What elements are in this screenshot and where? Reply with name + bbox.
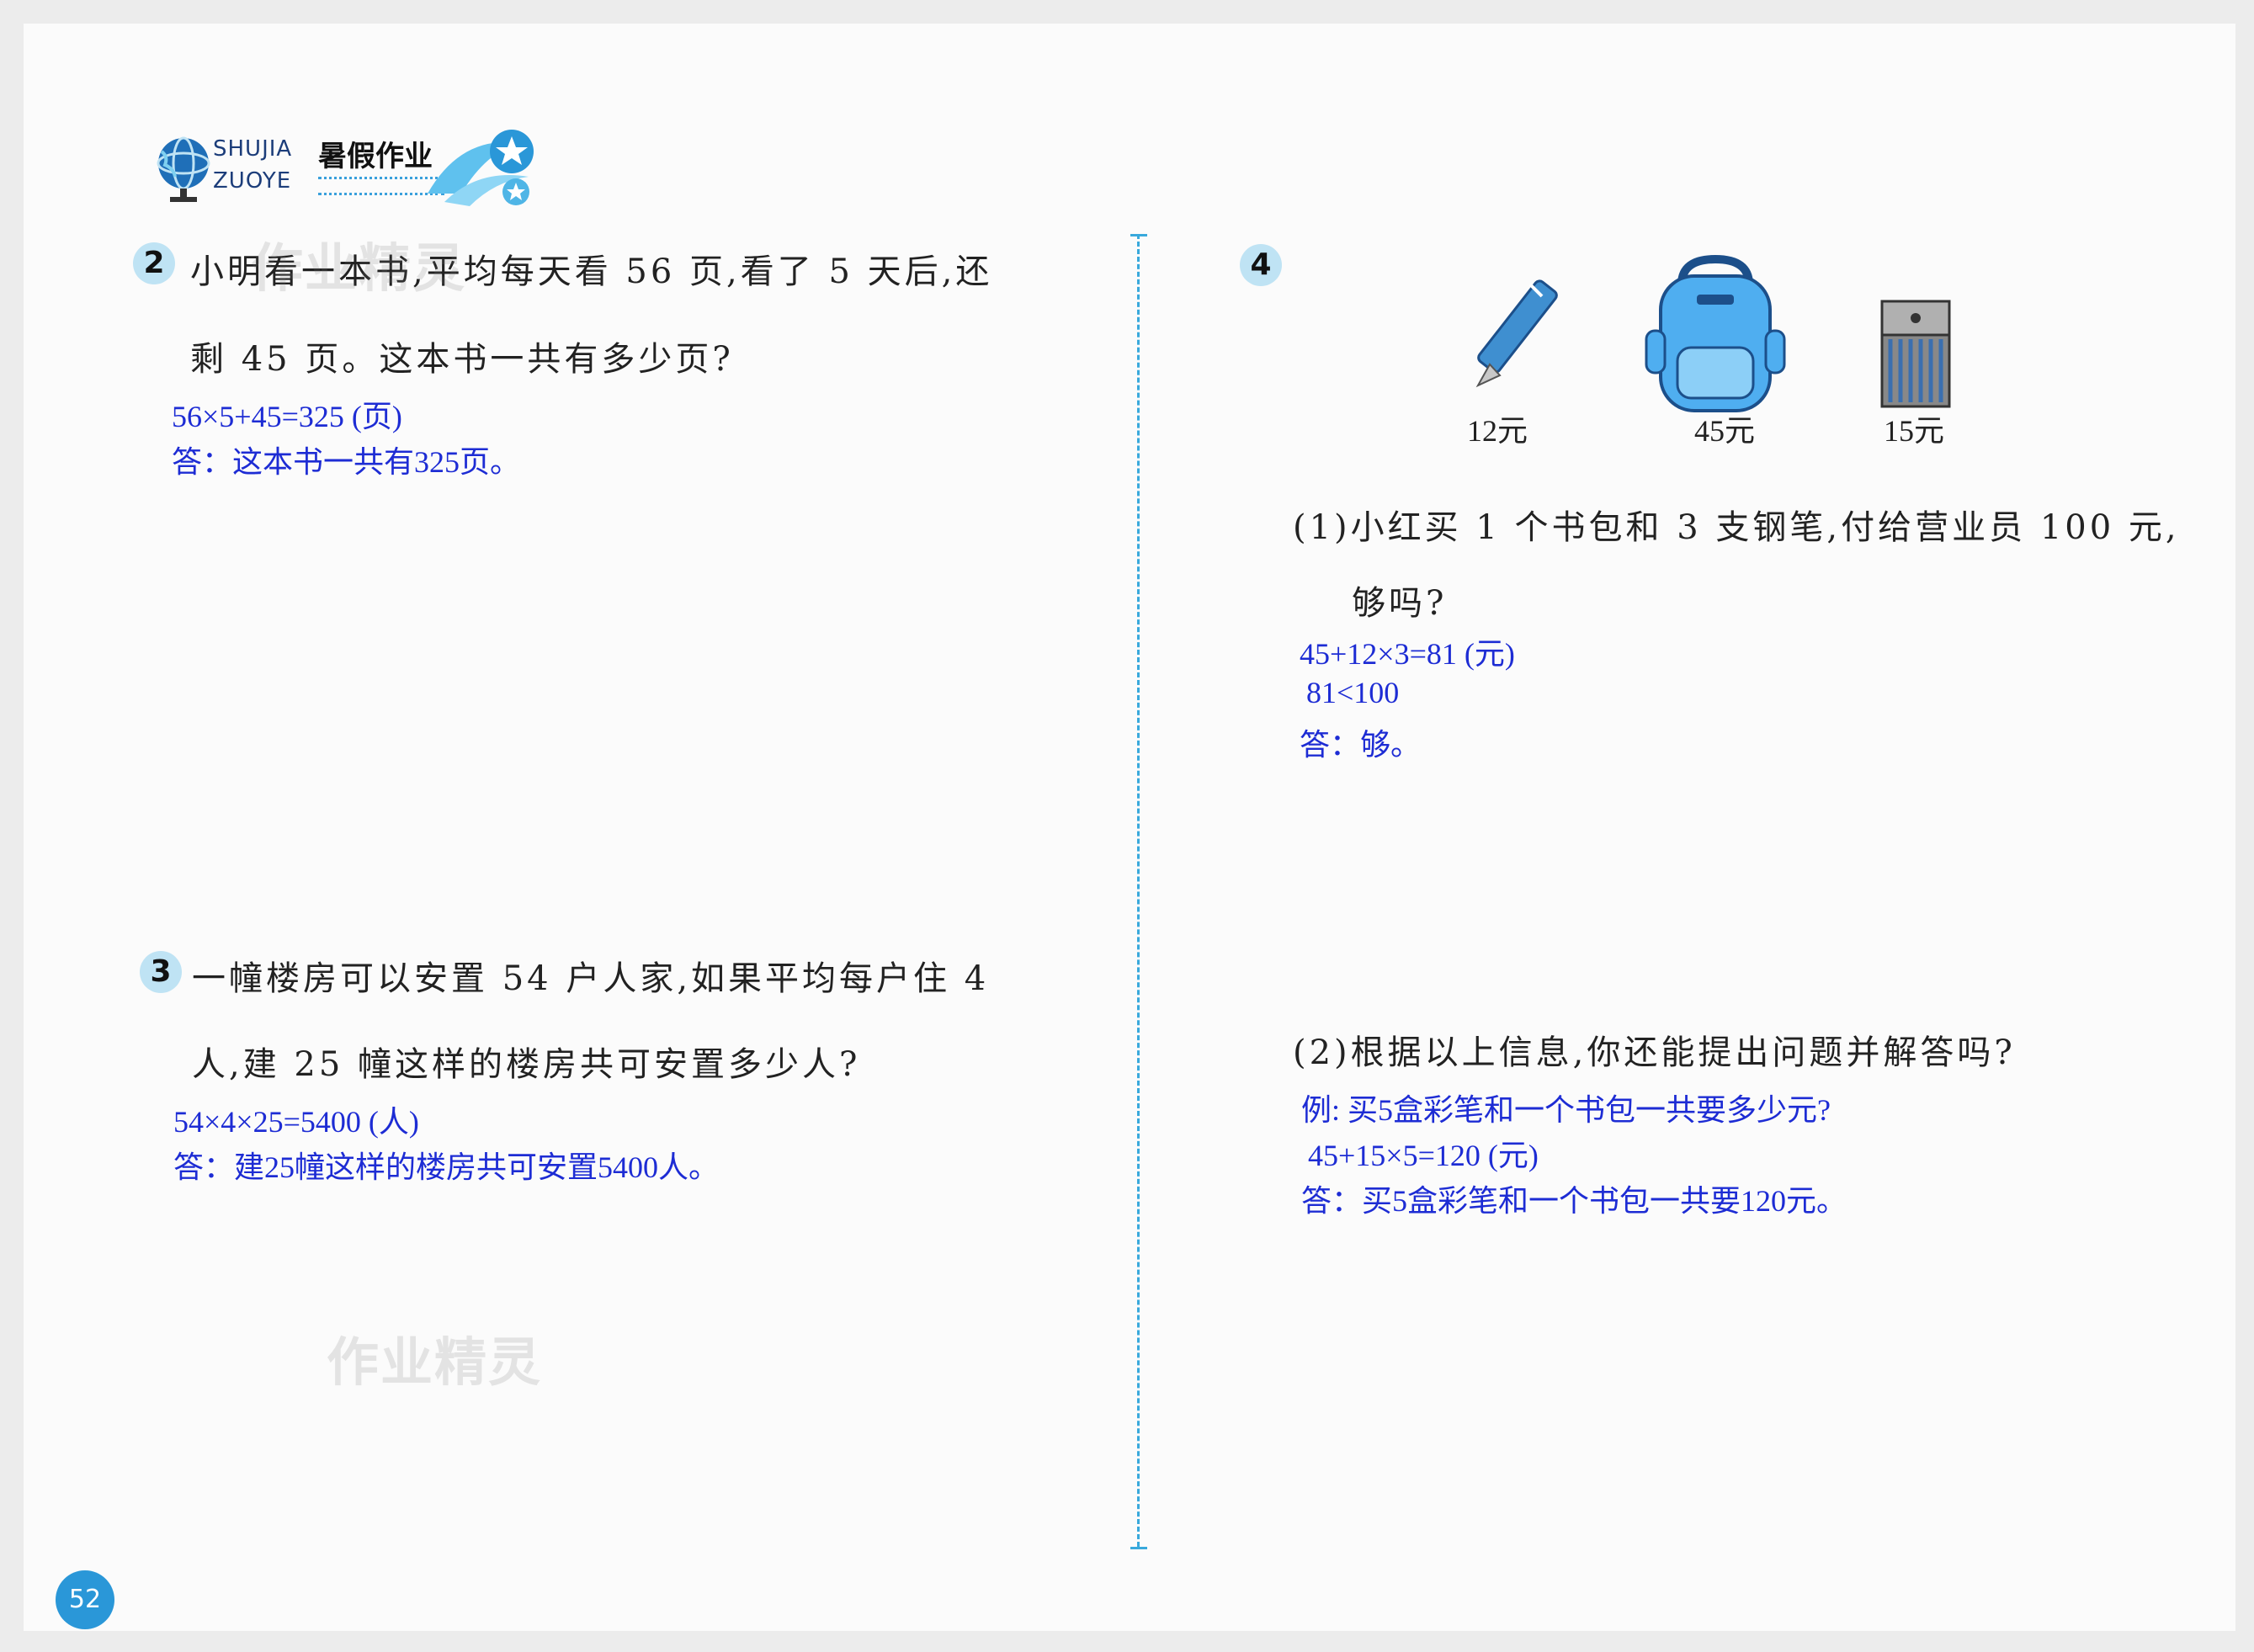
answer-4-2-equation: 45+15×5=120 (元) <box>1308 1139 1539 1172</box>
item-pen <box>1471 268 1564 402</box>
question-3-line1: 一幢楼房可以安置 54 户人家,如果平均每户住 4 <box>192 959 990 998</box>
question-3-line2: 人,建 25 幢这样的楼房共可安置多少人? <box>192 1045 861 1084</box>
watermark-top: 作业精灵 <box>251 237 467 299</box>
brand-dotted-line <box>318 177 444 195</box>
question-number-3: 3 <box>140 951 182 993</box>
backpack-icon <box>1645 254 1786 412</box>
watermark-bottom: 作业精灵 <box>327 1331 543 1393</box>
price-crayon-box: 15元 <box>1884 414 1945 448</box>
crayon-box-icon <box>1880 300 1951 408</box>
brand-english-line1: SHUJIA <box>213 136 293 162</box>
answer-3-equation: 54×4×25=5400 (人) <box>173 1105 419 1139</box>
page-number: 52 <box>56 1570 114 1629</box>
price-backpack: 45元 <box>1694 414 1756 448</box>
answer-2-statement: 答：这本书一共有325页。 <box>172 445 521 479</box>
brand-chinese-title: 暑假作业 <box>318 140 433 173</box>
answer-4-2-statement: 答：买5盒彩笔和一个书包一共要120元。 <box>1301 1184 1847 1218</box>
question-4-part1-line1: (1)小红买 1 个书包和 3 支钢笔,付给营业员 100 元, <box>1293 508 2180 547</box>
brand-logo: SHUJIA ZUOYE 暑假作业 <box>150 126 545 210</box>
answer-2-equation: 56×5+45=325 (页) <box>172 400 402 433</box>
brand-english-line2: ZUOYE <box>213 168 292 194</box>
item-crayon-box <box>1874 276 1958 411</box>
question-2-line2: 剩 45 页。这本书一共有多少页? <box>190 340 734 379</box>
price-pen: 12元 <box>1467 414 1528 448</box>
pen-icon <box>1475 279 1558 388</box>
workbook-page: SHUJIA ZUOYE 暑假作业 2 小明看一本书,平均每天看 56 页,看了… <box>24 24 2235 1631</box>
question-number-2: 2 <box>133 242 175 284</box>
stars-icon <box>428 130 534 206</box>
question-number-4: 4 <box>1240 244 1282 286</box>
answer-4-1-comparison: 81<100 <box>1306 676 1400 709</box>
answer-4-1-equation: 45+12×3=81 (元) <box>1300 637 1515 671</box>
globe-icon <box>157 136 210 202</box>
answer-4-2-example: 例: 买5盒彩笔和一个书包一共要多少元? <box>1301 1093 1831 1127</box>
answer-3-statement: 答：建25幢这样的楼房共可安置5400人。 <box>173 1150 720 1184</box>
column-divider <box>1137 234 1140 1547</box>
divider-cap-bottom <box>1130 1547 1147 1549</box>
answer-4-1-statement: 答：够。 <box>1300 728 1422 762</box>
question-4-part2-line1: (2)根据以上信息,你还能提出问题并解答吗? <box>1293 1033 2016 1072</box>
question-4-part1-line2: 够吗? <box>1352 584 1448 623</box>
item-backpack <box>1640 251 1791 419</box>
